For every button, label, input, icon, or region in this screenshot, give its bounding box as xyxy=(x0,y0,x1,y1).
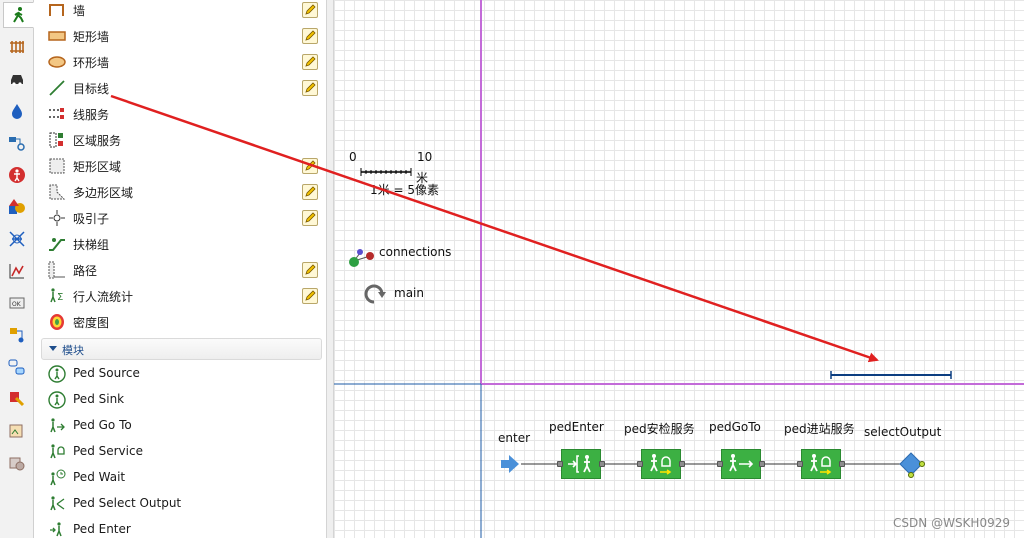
anylogic-editor: OK 墙矩形墙 环形墙 目标线 线服务 区域服务 矩形区域 多边形区域 吸引子 扶梯组 路径 Σ 行人… xyxy=(0,0,1024,538)
annotation-arrow xyxy=(110,94,879,363)
red-arrow-line xyxy=(110,94,879,363)
